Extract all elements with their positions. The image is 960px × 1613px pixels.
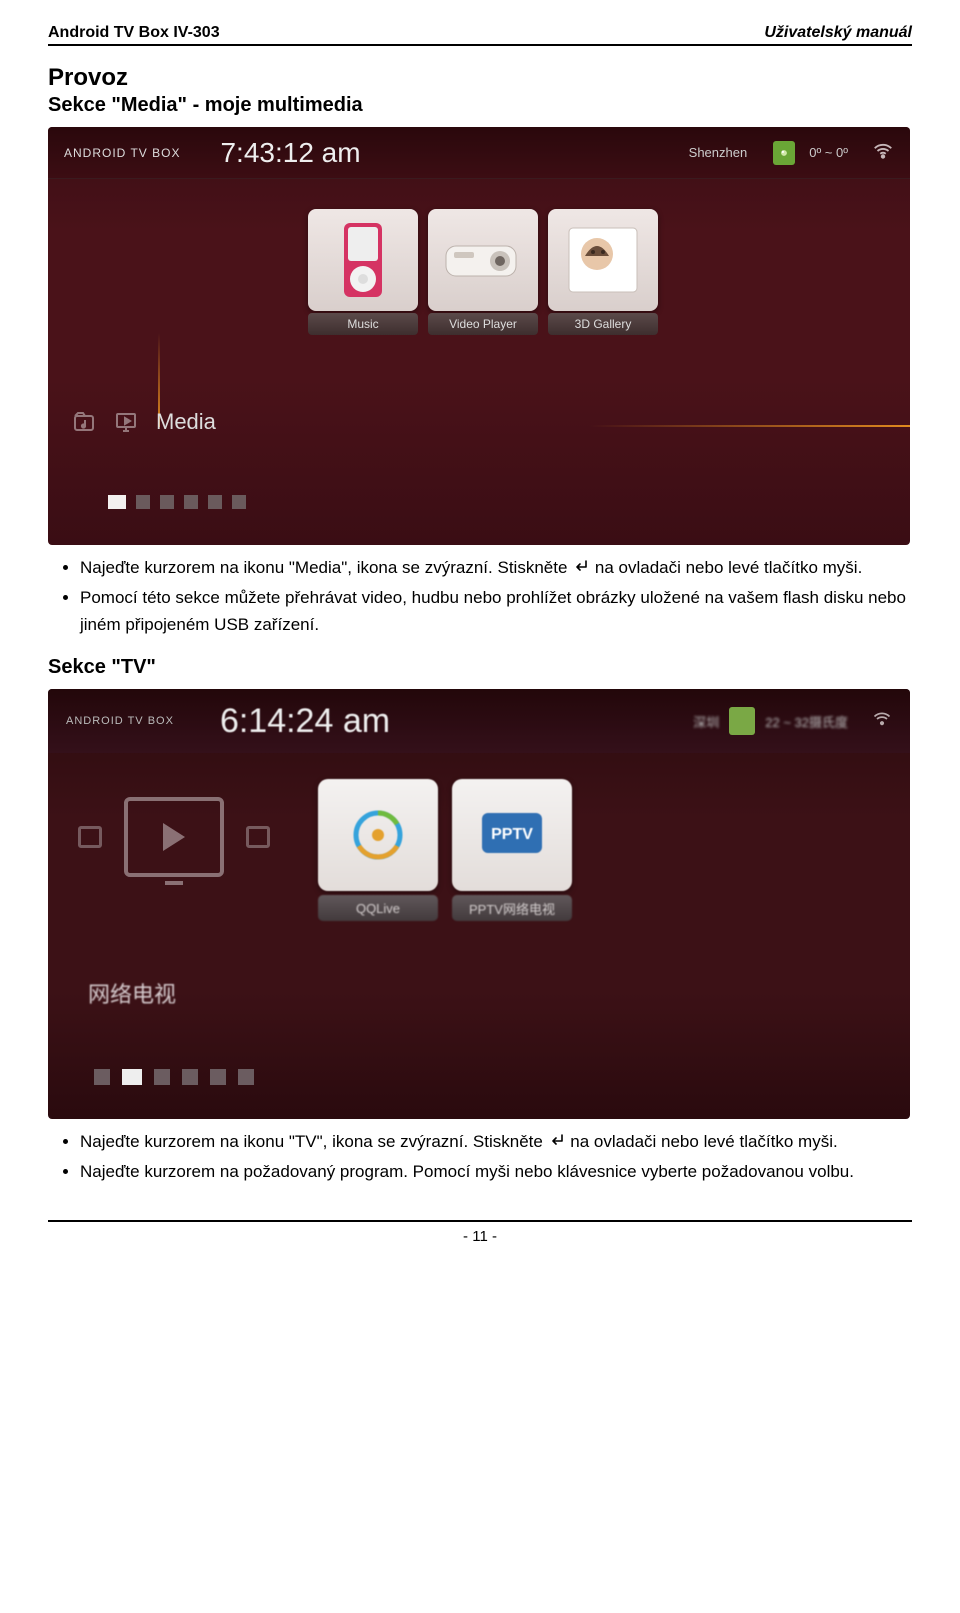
music-folder-icon bbox=[72, 410, 96, 434]
indicator-dot bbox=[108, 495, 126, 509]
svg-text:PPTV: PPTV bbox=[491, 826, 533, 843]
page-indicator bbox=[94, 1069, 254, 1085]
indicator-dot bbox=[238, 1069, 254, 1085]
bullet-item: Najeďte kurzorem na ikonu "TV", ikona se… bbox=[80, 1129, 912, 1157]
bullet-text: na ovladači nebo levé tlačítko myši. bbox=[595, 558, 862, 577]
tile-qqlive[interactable]: QQLive bbox=[318, 779, 438, 921]
tile-label: Video Player bbox=[428, 313, 538, 335]
bullet-text: Pomocí této sekce můžete přehrávat video… bbox=[80, 588, 906, 633]
tile-label: PPTV网络电视 bbox=[452, 895, 572, 921]
indicator-dot bbox=[160, 495, 174, 509]
tv-small-icon bbox=[78, 826, 102, 848]
clock: 7:43:12 am bbox=[220, 137, 360, 169]
tile-label: 3D Gallery bbox=[548, 313, 658, 335]
category-label-zh: 网络电视 bbox=[88, 977, 176, 1009]
header-right: Uživatelský manuál bbox=[764, 24, 912, 42]
heading-media-section: Sekce "Media" - moje multimedia bbox=[48, 94, 912, 117]
monitor-icon bbox=[114, 410, 138, 434]
bullet-text: na ovladači nebo levé tlačítko myši. bbox=[570, 1132, 837, 1151]
tv-small-icon bbox=[246, 826, 270, 848]
pptv-icon: PPTV bbox=[452, 779, 572, 891]
page-indicator bbox=[108, 495, 246, 509]
weather-icon bbox=[729, 707, 755, 735]
bullet-item: Najeďte kurzorem na požadovaný program. … bbox=[80, 1159, 912, 1185]
header-left: Android TV Box IV-303 bbox=[48, 24, 220, 42]
tile-3d-gallery[interactable]: 3D Gallery bbox=[548, 209, 658, 335]
qqlive-icon bbox=[318, 779, 438, 891]
tv-play-icon bbox=[124, 797, 224, 877]
indicator-dot bbox=[136, 495, 150, 509]
tile-label: QQLive bbox=[318, 895, 438, 921]
bullet-item: Pomocí této sekce můžete přehrávat video… bbox=[80, 585, 912, 638]
bullet-list-media: Najeďte kurzorem na ikonu "Media", ikona… bbox=[48, 555, 912, 638]
photo-icon bbox=[548, 209, 658, 311]
enter-key-icon bbox=[572, 557, 590, 583]
tile-music[interactable]: Music bbox=[308, 209, 418, 335]
screenshot-tv: ANDROID TV BOX 6:14:24 am 深圳 22 ~ 32摄氏度 bbox=[48, 689, 910, 1119]
indicator-dot bbox=[122, 1069, 142, 1085]
indicator-dot bbox=[210, 1069, 226, 1085]
divider-horizontal bbox=[590, 425, 910, 427]
indicator-dot bbox=[154, 1069, 170, 1085]
indicator-dot bbox=[208, 495, 222, 509]
bullet-text: Najeďte kurzorem na ikonu "TV", ikona se… bbox=[80, 1132, 548, 1151]
weather-icon bbox=[773, 141, 795, 165]
tile-pptv[interactable]: PPTV PPTV网络电视 bbox=[452, 779, 572, 921]
brand-label: ANDROID TV BOX bbox=[64, 146, 180, 160]
clock: 6:14:24 am bbox=[220, 702, 390, 741]
category-label: Media bbox=[156, 409, 216, 435]
category-row: Media bbox=[72, 409, 216, 435]
enter-key-icon bbox=[548, 1131, 566, 1157]
heading-tv-section: Sekce "TV" bbox=[48, 656, 912, 679]
location-label: 深圳 bbox=[693, 712, 719, 731]
projector-icon bbox=[428, 209, 538, 311]
tile-video-player[interactable]: Video Player bbox=[428, 209, 538, 335]
bullet-text: Najeďte kurzorem na požadovaný program. … bbox=[80, 1162, 854, 1181]
indicator-dot bbox=[232, 495, 246, 509]
bullet-text: Najeďte kurzorem na ikonu "Media", ikona… bbox=[80, 558, 572, 577]
wifi-icon bbox=[872, 709, 892, 734]
brand-label: ANDROID TV BOX bbox=[66, 715, 174, 727]
location-label: Shenzhen bbox=[689, 145, 748, 160]
page-footer: - 11 - bbox=[48, 1220, 912, 1245]
bullet-item: Najeďte kurzorem na ikonu "Media", ikona… bbox=[80, 555, 912, 583]
page-header: Android TV Box IV-303 Uživatelský manuál bbox=[48, 24, 912, 46]
bullet-list-tv: Najeďte kurzorem na ikonu "TV", ikona se… bbox=[48, 1129, 912, 1186]
heading-provoz: Provoz bbox=[48, 64, 912, 92]
temperature-label: 0º ~ 0º bbox=[809, 145, 848, 160]
indicator-dot bbox=[184, 495, 198, 509]
page-number: - 11 - bbox=[463, 1228, 497, 1245]
temperature-label: 22 ~ 32摄氏度 bbox=[765, 712, 848, 731]
screenshot-media: ANDROID TV BOX 7:43:12 am Shenzhen 0º ~ … bbox=[48, 127, 910, 545]
music-player-icon bbox=[308, 209, 418, 311]
tile-label: Music bbox=[308, 313, 418, 335]
indicator-dot bbox=[182, 1069, 198, 1085]
indicator-dot bbox=[94, 1069, 110, 1085]
wifi-icon bbox=[872, 140, 894, 165]
